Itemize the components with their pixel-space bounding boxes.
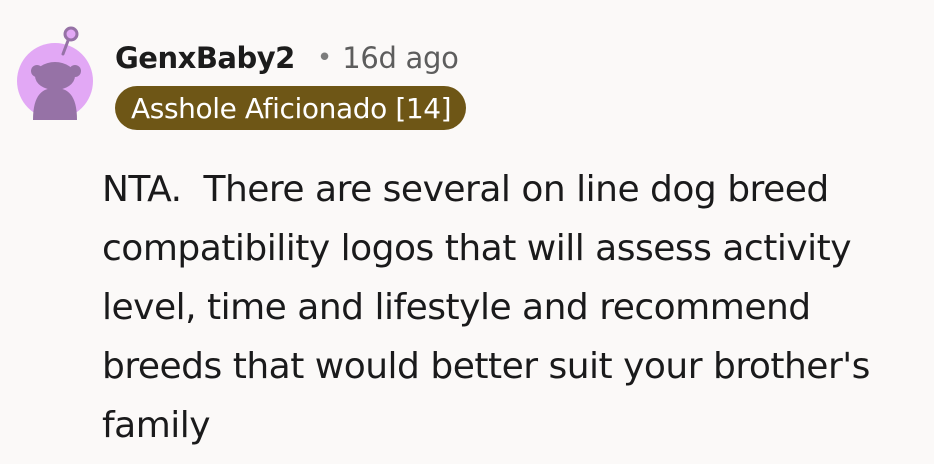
avatar[interactable] bbox=[17, 24, 93, 120]
comment: GenxBaby2 • 16d ago Asshole Aficionado [… bbox=[0, 0, 934, 464]
user-flair: Asshole Aficionado [14] bbox=[115, 86, 467, 130]
comment-body: NTA. There are several on line dog breed… bbox=[102, 169, 881, 446]
comment-meta: GenxBaby2 • 16d ago bbox=[115, 36, 459, 80]
author-username[interactable]: GenxBaby2 bbox=[115, 41, 295, 75]
comment-timestamp[interactable]: 16d ago bbox=[342, 41, 459, 75]
snoo-avatar-icon bbox=[17, 26, 93, 120]
meta-separator: • bbox=[316, 43, 333, 73]
